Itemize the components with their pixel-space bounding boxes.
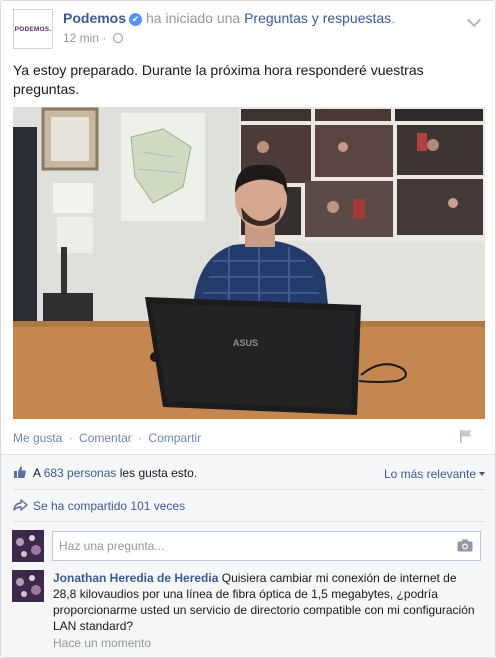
camera-icon[interactable] [457, 539, 473, 552]
likes-summary: A 683 personas les gusta esto. [33, 466, 197, 480]
likes-row: A 683 personas les gusta esto. Lo más re… [13, 465, 485, 485]
post-action-end: . [391, 10, 396, 26]
action-separator: · [68, 431, 73, 445]
post-action-text: ha iniciado una [146, 10, 241, 26]
divider [13, 521, 485, 522]
ask-question-input[interactable] [52, 531, 481, 561]
post-timestamp[interactable]: 12 min [63, 31, 99, 45]
comment-author-link[interactable]: Jonathan Heredia de Heredia [53, 571, 218, 585]
viewer-avatar-image [12, 530, 44, 562]
like-button[interactable]: Me gusta [13, 431, 62, 445]
commenter-avatar[interactable] [12, 570, 44, 602]
likes-count-link[interactable]: 683 personas [44, 466, 117, 480]
post-card: PODEMOS. Podemos ✔ ha iniciado una Pregunt… [0, 0, 496, 658]
page-avatar-logo: PODEMOS. [14, 25, 52, 33]
laptop-brand-text: ASUS [233, 338, 258, 348]
globe-icon [112, 33, 123, 43]
viewer-avatar [12, 530, 44, 562]
comment-sort-dropdown[interactable]: Lo más relevante [384, 467, 485, 481]
post-options-chevron-icon[interactable] [466, 12, 482, 28]
share-arrow-icon [13, 499, 28, 511]
post-actions: Me gusta · Comentar · Compartir [13, 431, 201, 445]
social-summary: A 683 personas les gusta esto. Lo más re… [1, 454, 495, 657]
post-photo[interactable]: ASUS [13, 107, 485, 419]
caret-down-icon [479, 472, 485, 476]
comment-body: Jonathan Heredia de Heredia Quisiera cam… [53, 570, 483, 634]
qa-event-link[interactable]: Preguntas y respuestas [244, 10, 391, 26]
thumbs-up-icon [14, 466, 26, 478]
comment-button[interactable]: Comentar [79, 431, 132, 445]
likes-suffix: les gusta esto. [119, 466, 198, 480]
comment-sort-label: Lo más relevante [383, 467, 476, 481]
shares-count-link[interactable]: Se ha compartido 101 veces [33, 499, 185, 513]
commenter-avatar-image [12, 570, 44, 602]
divider [13, 489, 485, 490]
post-text: Ya estoy preparado. Durante la próxima h… [13, 62, 424, 97]
meta-separator: · [99, 31, 110, 45]
likes-prefix: A [33, 466, 41, 480]
comment-timestamp[interactable]: Hace un momento [53, 636, 151, 650]
post-header: PODEMOS. Podemos ✔ ha iniciado una Pregunt… [13, 9, 483, 49]
post-meta: 12 min · [63, 31, 123, 45]
shares-row: Se ha compartido 101 veces [13, 498, 485, 518]
page-name-link[interactable]: Podemos [63, 10, 126, 26]
post-photo-illustration: ASUS [13, 107, 485, 419]
share-button[interactable]: Compartir [148, 431, 201, 445]
page-avatar[interactable]: PODEMOS. [13, 9, 53, 49]
post-headline: Podemos ✔ ha iniciado una Preguntas y resp… [63, 10, 395, 26]
report-flag-icon[interactable] [459, 429, 473, 443]
verified-badge-icon: ✔ [129, 13, 143, 26]
action-separator: · [138, 431, 143, 445]
